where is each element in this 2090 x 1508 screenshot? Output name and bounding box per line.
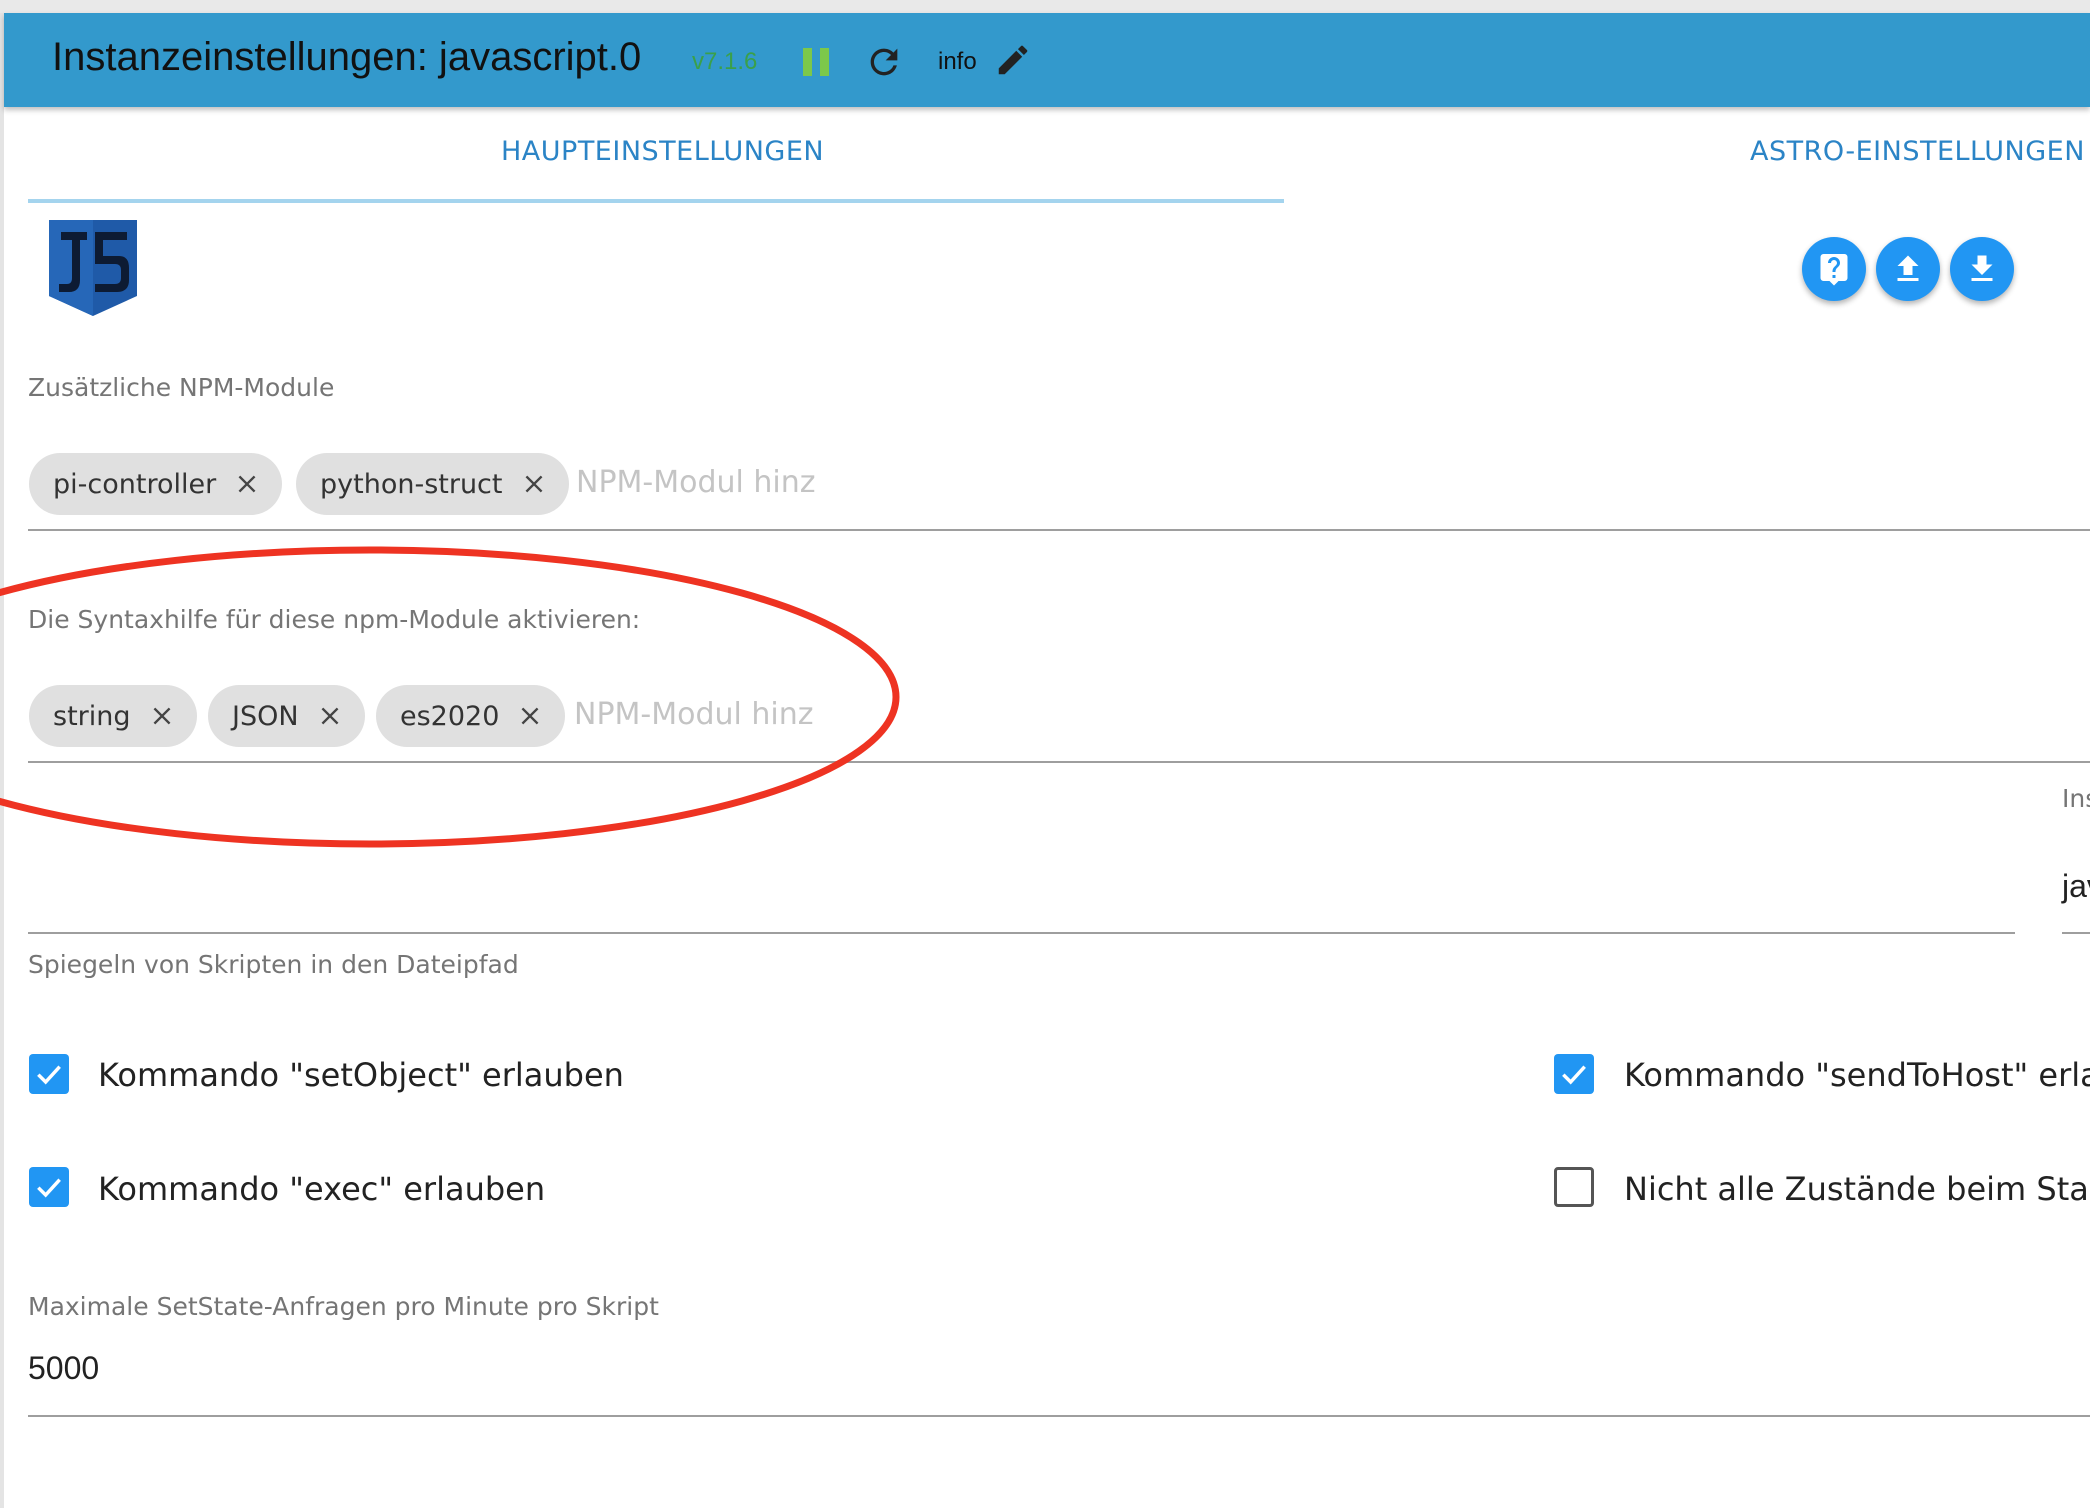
instance-field-underline — [2062, 932, 2090, 934]
active-tab-indicator — [28, 199, 1284, 203]
chip-label: JSON — [232, 700, 299, 732]
tab-haupteinstellungen[interactable]: HAUPTEINSTELLUNGEN — [501, 136, 824, 167]
chip-label: string — [53, 700, 131, 732]
chip-remove-icon[interactable] — [317, 703, 343, 729]
js-logo-icon — [49, 220, 137, 316]
pause-icon[interactable] — [800, 46, 832, 78]
npm-module-input[interactable] — [576, 460, 816, 504]
mirror-path-input[interactable] — [28, 868, 2008, 912]
info-link[interactable]: info — [938, 48, 977, 76]
refresh-icon[interactable] — [864, 42, 904, 82]
version-label: v7.1.6 — [692, 48, 758, 75]
chip-remove-icon[interactable] — [521, 471, 547, 497]
checkbox-setobject-label: Kommando "setObject" erlauben — [98, 1056, 624, 1094]
max-setstate-input[interactable]: 5000 — [28, 1350, 99, 1387]
max-setstate-underline — [28, 1415, 2090, 1417]
checkbox-sendtohost[interactable] — [1554, 1054, 1594, 1094]
instance-field-label: Ins — [2062, 784, 2090, 813]
checkbox-exec-label: Kommando "exec" erlauben — [98, 1170, 546, 1208]
left-edge — [0, 13, 4, 1508]
max-setstate-label: Maximale SetState-Anfragen pro Minute pr… — [28, 1292, 659, 1321]
chip-remove-icon[interactable] — [517, 703, 543, 729]
syntax-help-label: Die Syntaxhilfe für diese npm-Module akt… — [28, 605, 641, 634]
checkmark-icon — [37, 1065, 61, 1085]
checkbox-dont-subscribe-states-label: Nicht alle Zustände beim Start — [1624, 1170, 2090, 1208]
chip-label: python-struct — [320, 468, 503, 500]
annotation-ellipse — [0, 546, 900, 848]
checkbox-dont-subscribe-states[interactable] — [1554, 1167, 1594, 1207]
upload-button[interactable] — [1876, 237, 1940, 301]
help-button[interactable] — [1802, 237, 1866, 301]
pencil-icon[interactable] — [994, 41, 1032, 79]
npm-chip-python-struct: python-struct — [296, 453, 569, 515]
checkbox-sendtohost-label: Kommando "sendToHost" erlauben — [1624, 1056, 2090, 1094]
instance-field-value[interactable]: jav — [2062, 868, 2090, 905]
chip-remove-icon[interactable] — [234, 471, 260, 497]
tab-astro-einstellungen[interactable]: ASTRO-EINSTELLUNGEN — [1750, 136, 2085, 167]
npm-chip-pi-controller: pi-controller — [29, 453, 283, 515]
syntax-module-input[interactable] — [574, 692, 814, 736]
syntax-help-underline — [28, 761, 2090, 763]
chip-label: es2020 — [400, 700, 500, 732]
npm-modules-underline — [28, 529, 2090, 531]
syntax-chip-json: JSON — [208, 685, 365, 747]
chip-label: pi-controller — [53, 468, 217, 500]
syntax-chip-es2020: es2020 — [376, 685, 566, 747]
checkmark-icon — [1562, 1065, 1586, 1085]
help-chat-icon — [1820, 254, 1848, 286]
instance-settings-window: Instanzeinstellungen: javascript.0 v7.1.… — [0, 0, 2090, 1508]
upload-icon — [1897, 255, 1919, 281]
mirror-path-underline — [28, 932, 2015, 934]
checkbox-exec[interactable] — [29, 1167, 69, 1207]
checkmark-icon — [37, 1178, 61, 1198]
header-bar: Instanzeinstellungen: javascript.0 v7.1.… — [4, 13, 2090, 107]
download-icon — [1971, 255, 1993, 281]
download-button[interactable] — [1950, 237, 2014, 301]
checkbox-setobject[interactable] — [29, 1054, 69, 1094]
npm-modules-label: Zusätzliche NPM-Module — [28, 373, 335, 402]
chip-remove-icon[interactable] — [149, 703, 175, 729]
browser-top-strip — [0, 0, 2090, 13]
syntax-chip-string: string — [29, 685, 197, 747]
mirror-path-label: Spiegeln von Skripten in den Dateipfad — [28, 950, 519, 979]
page-title: Instanzeinstellungen: javascript.0 — [52, 35, 642, 79]
